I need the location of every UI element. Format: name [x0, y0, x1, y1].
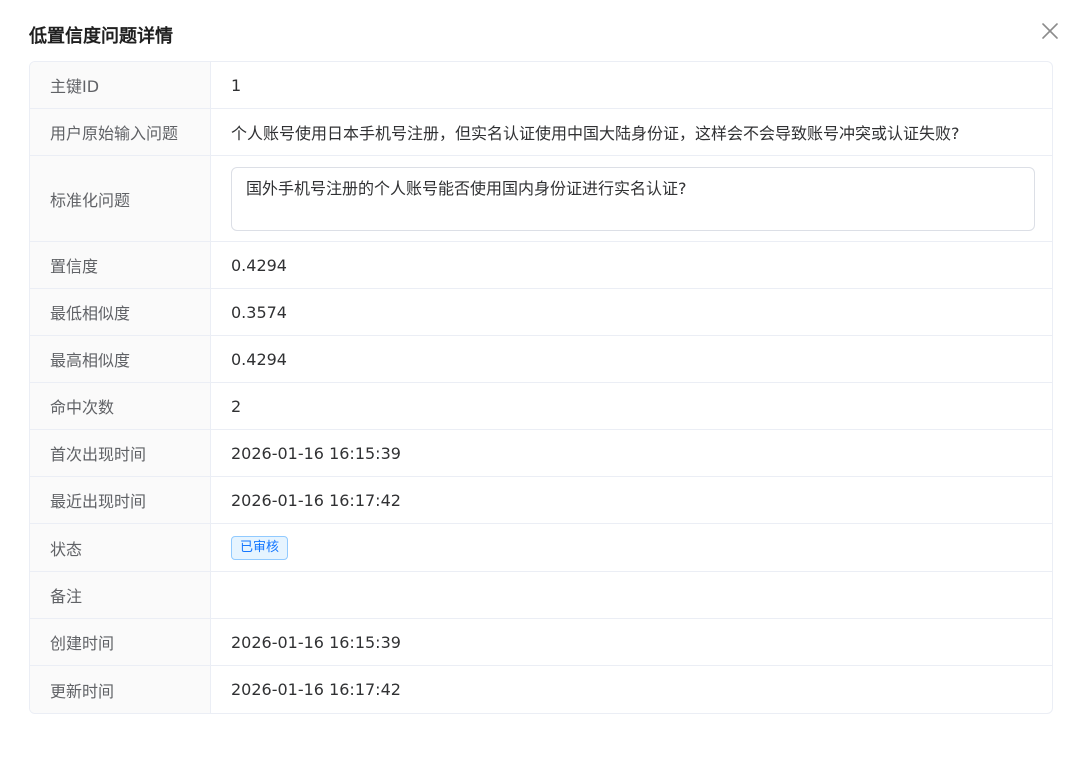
label-created-at: 创建时间: [30, 619, 211, 665]
value-min-similarity: 0.3574: [231, 302, 287, 322]
label-last-seen: 最近出现时间: [30, 477, 211, 523]
value-remark: [211, 572, 1052, 618]
row-max-similarity: 最高相似度 0.4294: [30, 336, 1052, 383]
label-remark: 备注: [30, 572, 211, 618]
row-min-similarity: 最低相似度 0.3574: [30, 289, 1052, 336]
row-created-at: 创建时间 2026-01-16 16:15:39: [30, 619, 1052, 666]
detail-dialog: 低置信度问题详情 主键ID 1 用户原始输入问题 个人账号使用日本手机号注册，但…: [0, 0, 1080, 784]
value-first-seen: 2026-01-16 16:15:39: [231, 443, 401, 463]
label-updated-at: 更新时间: [30, 666, 211, 713]
value-updated-at: 2026-01-16 16:17:42: [231, 680, 401, 699]
label-id: 主键ID: [30, 62, 211, 108]
row-raw-question: 用户原始输入问题 个人账号使用日本手机号注册，但实名认证使用中国大陆身份证，这样…: [30, 109, 1052, 156]
label-first-seen: 首次出现时间: [30, 430, 211, 476]
row-hit-count: 命中次数 2: [30, 383, 1052, 430]
label-min-similarity: 最低相似度: [30, 289, 211, 335]
value-created-at: 2026-01-16 16:15:39: [231, 632, 401, 652]
close-icon: [1042, 23, 1058, 39]
dialog-title: 低置信度问题详情: [29, 26, 173, 47]
row-updated-at: 更新时间 2026-01-16 16:17:42: [30, 666, 1052, 713]
details-table: 主键ID 1 用户原始输入问题 个人账号使用日本手机号注册，但实名认证使用中国大…: [29, 61, 1053, 714]
label-confidence: 置信度: [30, 242, 211, 288]
row-normalized-question: 标准化问题 国外手机号注册的个人账号能否使用国内身份证进行实名认证?: [30, 156, 1052, 242]
value-max-similarity: 0.4294: [231, 349, 287, 369]
status-badge: 已审核: [231, 535, 289, 560]
row-id: 主键ID 1: [30, 62, 1052, 109]
label-hit-count: 命中次数: [30, 383, 211, 429]
value-normalized-question-cell: 国外手机号注册的个人账号能否使用国内身份证进行实名认证?: [211, 156, 1052, 241]
normalized-question-textarea[interactable]: 国外手机号注册的个人账号能否使用国内身份证进行实名认证?: [231, 166, 1035, 231]
label-raw-question: 用户原始输入问题: [30, 109, 211, 155]
value-raw-question: 个人账号使用日本手机号注册，但实名认证使用中国大陆身份证，这样会不会导致账号冲突…: [231, 124, 960, 143]
row-last-seen: 最近出现时间 2026-01-16 16:17:42: [30, 477, 1052, 524]
row-remark: 备注: [30, 572, 1052, 619]
value-id: 1: [231, 75, 242, 95]
value-confidence: 0.4294: [231, 255, 287, 275]
value-status-cell: 已审核: [211, 524, 1052, 571]
label-status: 状态: [30, 524, 211, 571]
value-last-seen: 2026-01-16 16:17:42: [231, 490, 401, 510]
close-button[interactable]: [1037, 18, 1063, 44]
value-hit-count: 2: [231, 396, 242, 416]
label-normalized-question: 标准化问题: [30, 156, 211, 241]
row-first-seen: 首次出现时间 2026-01-16 16:15:39: [30, 430, 1052, 477]
label-max-similarity: 最高相似度: [30, 336, 211, 382]
row-status: 状态 已审核: [30, 524, 1052, 572]
row-confidence: 置信度 0.4294: [30, 242, 1052, 289]
